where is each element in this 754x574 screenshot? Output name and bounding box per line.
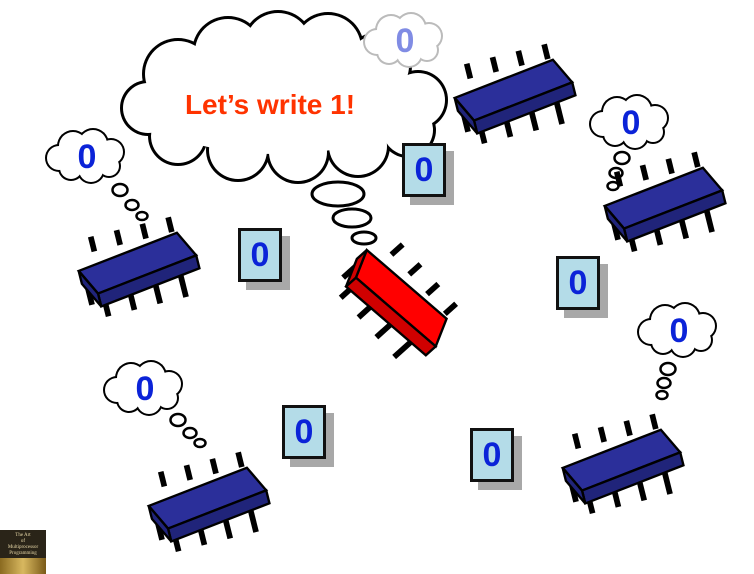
register: 0 — [238, 228, 282, 282]
diagram-canvas: Let’s write 1! 0 0 0 0 0 — [45, 10, 727, 553]
thought-cloud: 0 — [637, 302, 717, 401]
thought-bubble — [135, 210, 149, 222]
thought-bubble — [613, 150, 631, 166]
thought-bubble — [655, 389, 669, 401]
thought-bubble — [193, 437, 207, 449]
thought-bubble — [124, 198, 140, 212]
register: 0 — [556, 256, 600, 310]
thought-value: 0 — [78, 138, 97, 176]
thought-cloud: 0 — [589, 94, 669, 192]
processor — [560, 413, 685, 515]
processor — [452, 43, 577, 145]
thought-value: 0 — [670, 312, 689, 350]
thought-bubble — [169, 412, 187, 428]
processor — [76, 216, 201, 318]
thought-bubble — [656, 376, 672, 390]
register-faded: 0 — [395, 21, 415, 60]
thought-cloud: 0 — [103, 360, 207, 449]
thought-value: 0 — [622, 104, 641, 142]
logo-line: Programming — [9, 551, 37, 556]
processor — [146, 451, 271, 553]
thought-value: 0 — [136, 370, 155, 408]
speech-text: Let’s write 1! — [185, 89, 355, 120]
processor-active — [338, 242, 459, 360]
register: 0 — [402, 143, 446, 197]
register: 0 — [470, 428, 514, 482]
thought-bubble — [111, 182, 129, 198]
register: 0 — [282, 405, 326, 459]
book-logo: The Art of Multiprocessor Programming — [0, 530, 46, 574]
thought-cloud: 0 — [45, 128, 149, 222]
thought-bubble — [182, 426, 198, 440]
thought-bubble — [659, 361, 677, 377]
